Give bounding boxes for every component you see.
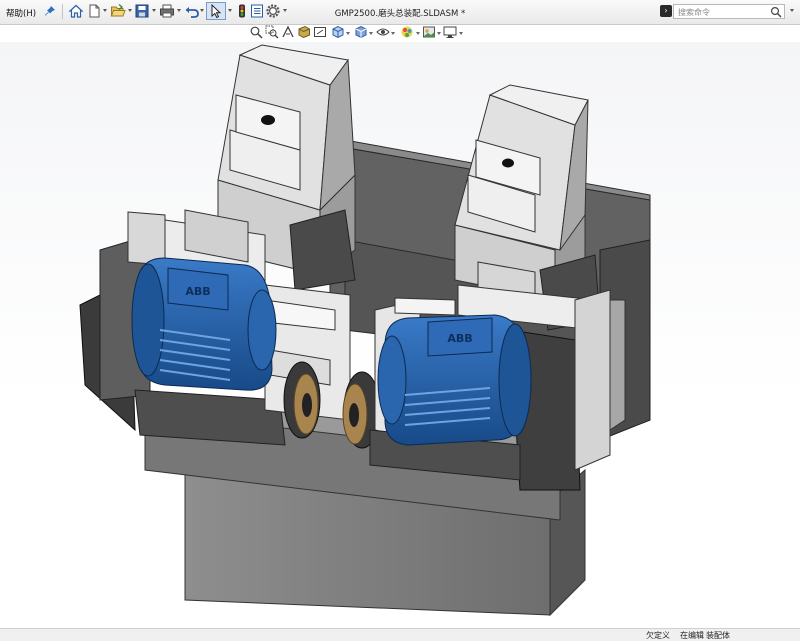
- assembly-model[interactable]: ABB ABB: [0, 42, 800, 628]
- display-style-dropdown[interactable]: [369, 32, 373, 35]
- status-editing: 在编辑: [680, 631, 704, 640]
- search-dropdown[interactable]: [790, 9, 794, 12]
- previous-view-icon[interactable]: [281, 25, 295, 39]
- grinding-wheel-left: [283, 361, 321, 439]
- search-commands-field[interactable]: 搜索命令: [673, 4, 785, 19]
- view-orientation-icon[interactable]: [331, 25, 345, 39]
- heads-up-view-toolbar: [0, 24, 800, 42]
- graphics-viewport[interactable]: ABB ABB: [0, 42, 800, 628]
- view-cube-icon[interactable]: [354, 25, 368, 39]
- appearance-icon[interactable]: [400, 25, 414, 39]
- display-pane-dropdown[interactable]: [459, 32, 463, 35]
- solidworks-logo-icon: ›: [660, 5, 672, 17]
- menu-bar: 帮助(H) GMP2500.磨头总装配.SLDASM * › 搜索命令: [0, 0, 800, 25]
- scene-icon[interactable]: [422, 25, 436, 39]
- search-placeholder: 搜索命令: [678, 8, 710, 17]
- appearance-dropdown[interactable]: [416, 32, 420, 35]
- status-definition: 欠定义: [646, 631, 670, 640]
- view-orientation-dropdown[interactable]: [346, 32, 350, 35]
- status-target: 装配体: [706, 631, 730, 640]
- motor-brand-label-right: ABB: [447, 332, 472, 345]
- search-icon[interactable]: [770, 6, 782, 18]
- motor-left: ABB: [131, 257, 277, 391]
- status-bar: 欠定义 在编辑 装配体: [0, 628, 800, 641]
- scene-dropdown[interactable]: [437, 32, 441, 35]
- dynamic-annotation-icon[interactable]: [313, 25, 327, 39]
- section-view-icon[interactable]: [297, 25, 311, 39]
- hide-show-icon[interactable]: [376, 25, 390, 39]
- hide-show-dropdown[interactable]: [391, 32, 395, 35]
- monitor-icon[interactable]: [443, 25, 457, 39]
- zoom-fit-icon[interactable]: [249, 25, 263, 39]
- motor-brand-label-left: ABB: [185, 285, 210, 298]
- motor-right: ABB: [377, 314, 532, 446]
- zoom-area-icon[interactable]: [265, 25, 279, 39]
